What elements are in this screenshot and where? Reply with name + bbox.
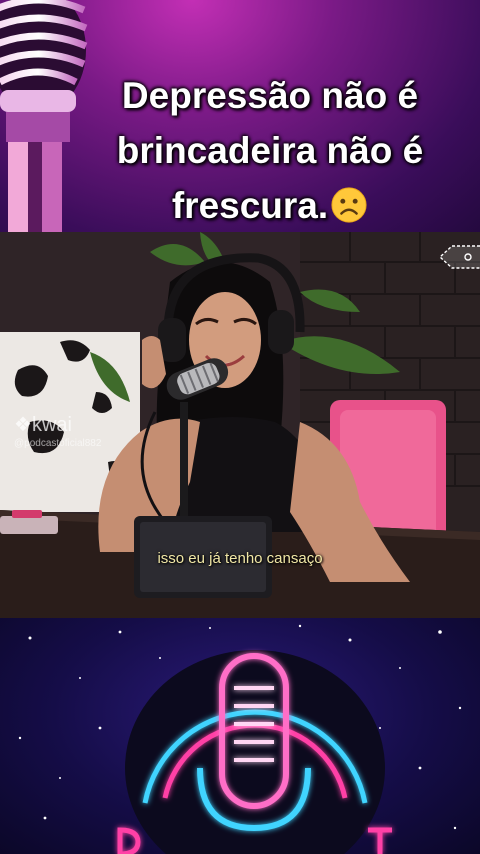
caption-text: Depressão não é brincadeira não é frescu… [70, 68, 470, 232]
caption-line-3: frescura. [70, 178, 470, 232]
video-frame: ❖kwai @podcastoficial882 isso eu já tenh… [0, 232, 480, 618]
video-subtitle: isso eu já tenho cansaço [157, 550, 323, 567]
caption-line-3-text: frescura. [171, 185, 329, 226]
watermark-handle: @podcastoficial882 [14, 438, 102, 449]
neon-microphone-art [18, 624, 462, 854]
caption-line-2: brincadeira não é [116, 130, 424, 171]
watermark-brand: kwai [31, 414, 72, 436]
side-handle-icon[interactable] [438, 244, 480, 270]
caption-banner: Depressão não é brincadeira não é frescu… [0, 0, 480, 232]
kwai-logo-icon: ❖ [14, 414, 32, 436]
neon-microphone-panel [0, 618, 480, 854]
sad-face-emoji-icon [331, 187, 367, 223]
kwai-watermark: ❖kwai @podcastoficial882 [14, 412, 124, 450]
caption-line-1: Depressão não é [121, 75, 419, 116]
